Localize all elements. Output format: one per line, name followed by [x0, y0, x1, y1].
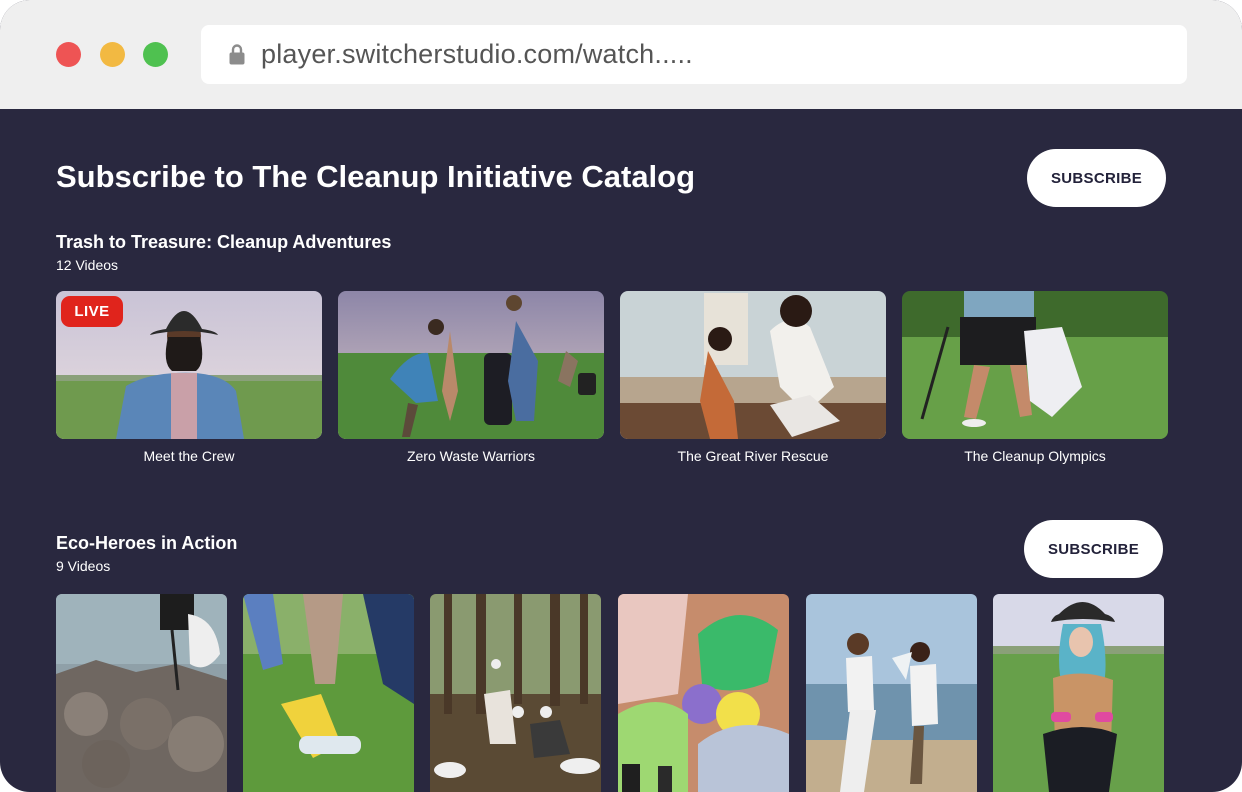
video-title[interactable]: Meet the Crew	[56, 448, 322, 464]
page-title: Subscribe to The Cleanup Initiative Cata…	[56, 159, 696, 194]
minimize-window-button[interactable]	[100, 42, 125, 67]
catalog-page: Subscribe to The Cleanup Initiative Cata…	[0, 109, 1242, 792]
close-window-button[interactable]	[56, 42, 81, 67]
video-thumbnail[interactable]	[243, 594, 414, 792]
live-badge: LIVE	[61, 296, 123, 327]
video-thumbnail[interactable]	[338, 291, 604, 439]
browser-window: player.switcherstudio.com/watch..... Sub…	[0, 0, 1242, 792]
section-video-count: 9 Videos	[56, 558, 111, 574]
video-card[interactable]: LIVE Meet the Crew	[56, 291, 322, 464]
address-bar[interactable]: player.switcherstudio.com/watch.....	[201, 25, 1187, 84]
video-title[interactable]: The Cleanup Olympics	[902, 448, 1168, 464]
browser-chrome: player.switcherstudio.com/watch.....	[0, 0, 1242, 109]
video-thumbnail[interactable]	[902, 291, 1168, 439]
video-thumbnail[interactable]	[993, 594, 1164, 792]
video-thumbnail[interactable]	[618, 594, 789, 792]
video-thumbnail[interactable]	[806, 594, 977, 792]
video-thumbnail[interactable]	[56, 594, 227, 792]
video-thumbnail[interactable]: LIVE	[56, 291, 322, 439]
video-card[interactable]: The Cleanup Olympics	[902, 291, 1168, 464]
section-title: Eco-Heroes in Action	[56, 533, 238, 553]
video-title[interactable]: Zero Waste Warriors	[338, 448, 604, 464]
video-card[interactable]: The Great River Rescue	[620, 291, 886, 464]
section-title: Trash to Treasure: Cleanup Adventures	[56, 232, 392, 252]
maximize-window-button[interactable]	[143, 42, 168, 67]
url-text[interactable]: player.switcherstudio.com/watch.....	[261, 39, 693, 70]
video-card[interactable]: Zero Waste Warriors	[338, 291, 604, 464]
section-video-count: 12 Videos	[56, 257, 119, 273]
video-title[interactable]: The Great River Rescue	[620, 448, 886, 464]
subscribe-button[interactable]: SUBSCRIBE	[1024, 520, 1163, 578]
video-thumbnail[interactable]	[430, 594, 601, 792]
subscribe-button[interactable]: SUBSCRIBE	[1027, 149, 1166, 207]
video-thumbnail[interactable]	[620, 291, 886, 439]
lock-icon	[229, 43, 245, 65]
